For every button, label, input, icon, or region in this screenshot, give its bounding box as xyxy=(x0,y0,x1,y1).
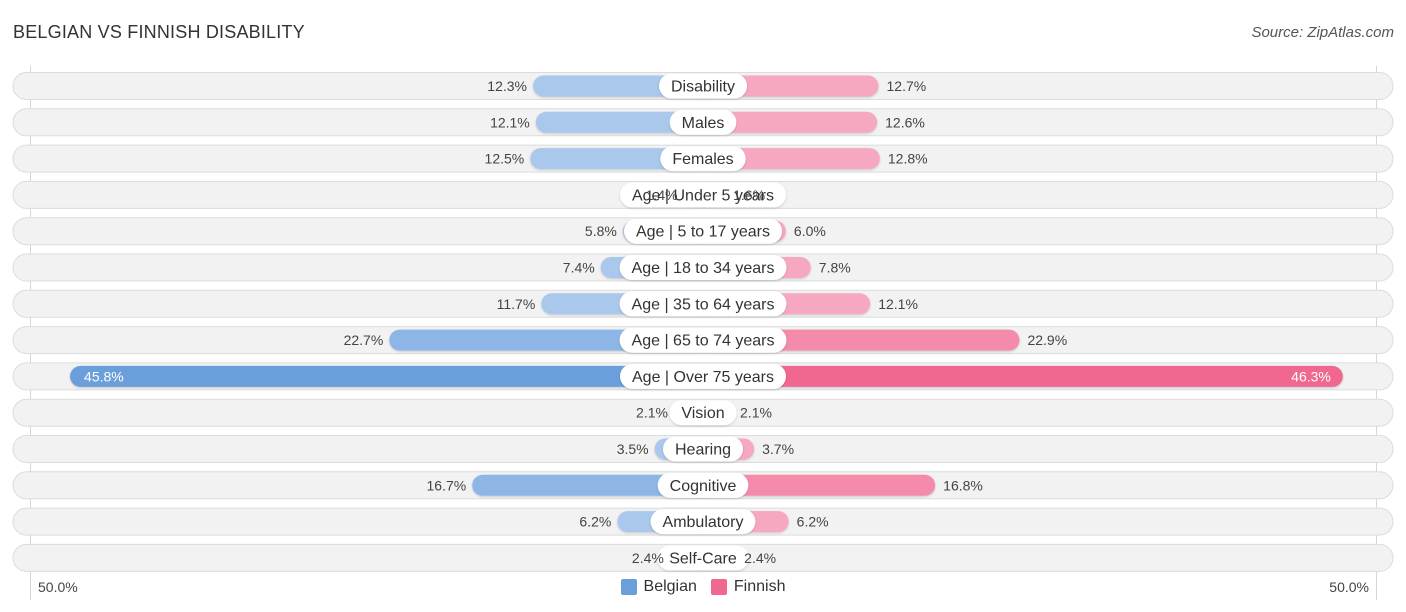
value-label-finnish: 3.7% xyxy=(762,441,794,457)
chart-row: Females 12.5% 12.8% xyxy=(12,144,1394,173)
value-label-finnish: 22.9% xyxy=(1027,332,1067,348)
category-label: Cognitive xyxy=(670,478,737,495)
value-label-belgian: 12.5% xyxy=(485,151,525,167)
legend: Belgian Finnish xyxy=(0,578,1406,596)
value-label-finnish: 12.6% xyxy=(885,114,925,130)
category-label: Females xyxy=(672,151,733,168)
value-label-belgian: 16.7% xyxy=(427,477,467,493)
value-label-belgian: 11.7% xyxy=(497,296,536,312)
legend-swatch-belgian xyxy=(620,579,637,595)
value-label-belgian: 12.1% xyxy=(490,114,530,130)
category-label: Age | 18 to 34 years xyxy=(632,260,775,277)
legend-item-finnish[interactable]: Finnish xyxy=(710,578,786,596)
value-label-finnish: 16.8% xyxy=(943,477,983,493)
value-label-finnish: 12.8% xyxy=(888,151,928,167)
chart-row: Disability 12.3% 12.7% xyxy=(12,72,1394,100)
chart-row: Males 12.1% 12.6% xyxy=(12,108,1394,137)
legend-item-belgian[interactable]: Belgian xyxy=(620,578,697,596)
value-label-belgian: 1.4% xyxy=(646,187,678,203)
category-label: Males xyxy=(682,115,725,132)
value-label-belgian: 2.4% xyxy=(632,550,664,566)
category-label: Vision xyxy=(681,405,724,422)
value-label-belgian: 45.8% xyxy=(84,368,124,384)
value-label-finnish: 7.8% xyxy=(819,260,851,276)
chart-row: Age | Under 5 years1.4% 1.6% xyxy=(12,180,1394,209)
category-label: Disability xyxy=(671,79,735,96)
category-label: Age | 5 to 17 years xyxy=(636,224,770,241)
chart-row: Age | 35 to 64 years 11.7% 12.1% xyxy=(12,289,1394,318)
value-label-belgian: 7.4% xyxy=(563,260,595,276)
chart-row: Vision 2.1% 2.1% xyxy=(12,398,1394,427)
value-label-belgian: 3.5% xyxy=(617,441,649,457)
chart-row: Age | 65 to 74 years 22.7% 22.9% xyxy=(12,326,1394,355)
category-label: Hearing xyxy=(675,442,731,459)
value-label-finnish: 2.1% xyxy=(740,405,772,421)
chart-row: Hearing 3.5% 3.7% xyxy=(12,435,1394,463)
value-label-finnish: 1.6% xyxy=(733,187,765,203)
legend-label-finnish: Finnish xyxy=(733,578,786,595)
diverging-bar-chart: Disability 12.3% 12.7% Males 12.1% 12.6% Femal… xyxy=(12,66,1394,600)
value-label-belgian: 6.2% xyxy=(579,514,611,530)
category-label: Age | Over 75 years xyxy=(632,369,774,386)
category-label: Self-Care xyxy=(669,550,737,567)
value-label-finnish: 2.4% xyxy=(744,550,776,566)
value-label-belgian: 12.3% xyxy=(487,78,527,94)
value-label-finnish: 12.7% xyxy=(887,78,927,94)
bar-finnish[interactable] xyxy=(692,365,1343,387)
legend-swatch-finnish xyxy=(710,579,727,595)
value-label-finnish: 46.3% xyxy=(1291,368,1331,384)
legend-label-belgian: Belgian xyxy=(643,578,697,595)
chart-row: Age | 5 to 17 years 5.8% 6.0% xyxy=(12,217,1394,246)
chart-row: Self-Care 2.4% 2.4% xyxy=(12,543,1394,572)
value-label-finnish: 12.1% xyxy=(878,296,918,312)
chart-row: Age | Over 75 years 45.8% 46.3% xyxy=(12,362,1394,391)
value-label-finnish: 6.0% xyxy=(794,223,826,239)
bar-belgian[interactable] xyxy=(70,365,714,387)
category-label: Age | 35 to 64 years xyxy=(632,296,775,313)
value-label-belgian: 2.1% xyxy=(636,405,668,421)
value-label-belgian: 22.7% xyxy=(344,332,384,348)
value-label-finnish: 6.2% xyxy=(797,514,829,530)
category-label: Ambulatory xyxy=(663,514,744,531)
category-label: Age | 65 to 74 years xyxy=(632,333,775,350)
chart-row: Age | 18 to 34 years 7.4% 7.8% xyxy=(12,253,1394,282)
value-label-belgian: 5.8% xyxy=(585,223,617,239)
chart-row: Ambulatory 6.2% 6.2% xyxy=(12,507,1394,536)
chart-row: Cognitive 16.7% 16.8% xyxy=(12,471,1394,500)
